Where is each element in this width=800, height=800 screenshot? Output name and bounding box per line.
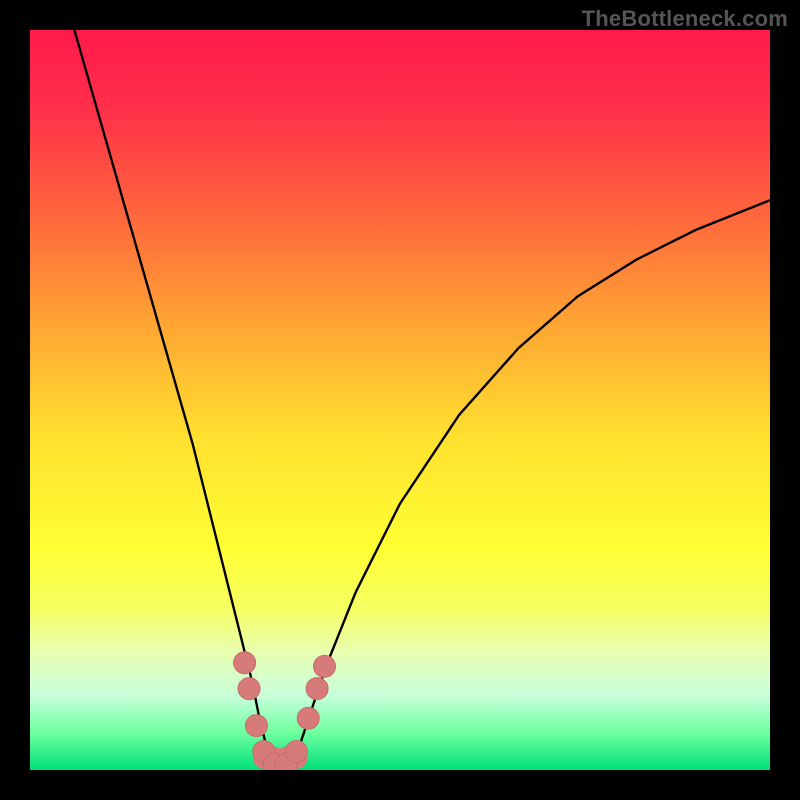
marker-point [297,707,319,729]
chart-svg [30,30,770,770]
gradient-background [30,30,770,770]
marker-point [306,678,328,700]
marker-point [245,715,267,737]
marker-point [285,741,307,763]
plot-area [30,30,770,770]
outer-frame: TheBottleneck.com [0,0,800,800]
marker-point [314,655,336,677]
marker-point [234,652,256,674]
marker-point [238,678,260,700]
watermark-text: TheBottleneck.com [582,6,788,32]
